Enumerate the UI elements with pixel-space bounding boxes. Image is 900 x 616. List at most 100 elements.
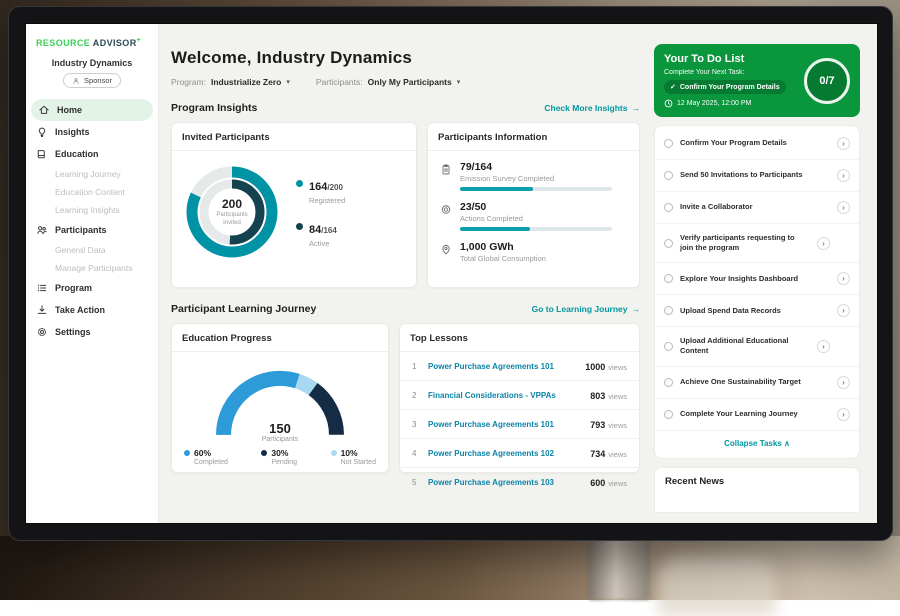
lesson-link[interactable]: Power Purchase Agreements 102 xyxy=(428,449,582,458)
task-row-upload-educational-content[interactable]: Upload Additional Educational Content › xyxy=(655,327,859,366)
lesson-link[interactable]: Power Purchase Agreements 103 xyxy=(428,478,582,487)
chevron-right-icon[interactable]: › xyxy=(837,201,850,214)
next-task-pill[interactable]: ✓ Confirm Your Program Details xyxy=(664,80,786,94)
sidebar-item-manage-participants[interactable]: Manage Participants xyxy=(26,259,158,277)
task-checkbox[interactable] xyxy=(664,342,673,351)
task-checkbox[interactable] xyxy=(664,306,673,315)
sidebar-nav: Home Insights Education Learning Journey… xyxy=(26,99,158,343)
arrow-right-icon: → xyxy=(632,103,641,113)
go-to-learning-journey-link[interactable]: Go to Learning Journey → xyxy=(532,304,640,314)
collapse-tasks-button[interactable]: Collapse Tasks ∧ xyxy=(655,431,859,456)
info-row-consumption: 1,000 GWh Total Global Consumption xyxy=(440,236,627,268)
sidebar-item-education-content[interactable]: Education Content xyxy=(26,183,158,201)
participants-filter-label: Participants: xyxy=(316,77,363,87)
lesson-row: 5 Power Purchase Agreements 103 600views xyxy=(400,468,639,496)
sidebar-item-label: Settings xyxy=(55,327,91,337)
monitor-bezel: RESOURCE ADVISOR+ Industry Dynamics Spon… xyxy=(8,6,893,541)
sidebar-item-program[interactable]: Program xyxy=(26,277,158,299)
education-gauge-chart: 150 Participants xyxy=(205,357,355,444)
task-row-complete-learning-journey[interactable]: Complete Your Learning Journey › xyxy=(655,399,859,431)
task-row-achieve-target[interactable]: Achieve One Sustainability Target › xyxy=(655,367,859,399)
legend-dot xyxy=(261,450,267,456)
logo-resource: RESOURCE xyxy=(36,38,90,48)
chevron-right-icon[interactable]: › xyxy=(837,408,850,421)
task-checkbox[interactable] xyxy=(664,239,673,248)
invited-donut-chart: 200 Participants Invited xyxy=(180,160,284,264)
task-checkbox[interactable] xyxy=(664,274,673,283)
chevron-right-icon[interactable]: › xyxy=(817,237,830,250)
lesson-row: 2 Financial Considerations - VPPAs 803vi… xyxy=(400,381,639,410)
arrow-right-icon: → xyxy=(632,304,641,314)
sidebar-item-education[interactable]: Education xyxy=(26,143,158,165)
task-checkbox[interactable] xyxy=(664,378,673,387)
task-row-confirm-program[interactable]: Confirm Your Program Details › xyxy=(655,128,859,160)
task-row-send-invitations[interactable]: Send 50 Invitations to Participants › xyxy=(655,160,859,192)
participants-filter-value: Only My Participants xyxy=(368,77,452,87)
person-icon xyxy=(72,77,80,85)
lightbulb-icon xyxy=(36,126,48,138)
recent-news-title: Recent News xyxy=(665,476,849,487)
task-checkbox[interactable] xyxy=(664,171,673,180)
survey-clipboard-icon xyxy=(440,163,452,176)
invited-legend: 164/200 Registered 84/164 Active xyxy=(296,177,345,248)
chevron-right-icon[interactable]: › xyxy=(837,137,850,150)
todo-title: Your To Do List xyxy=(664,53,786,65)
program-filter-value: Industrialize Zero xyxy=(211,77,281,87)
program-filter[interactable]: Program: Industrialize Zero ▾ xyxy=(171,77,290,87)
target-icon xyxy=(440,203,452,216)
legend-dot xyxy=(331,450,337,456)
sidebar-item-label: Participants xyxy=(55,225,107,235)
sidebar-item-take-action[interactable]: Take Action xyxy=(26,299,158,321)
sidebar-item-insights[interactable]: Insights xyxy=(26,121,158,143)
chevron-right-icon[interactable]: › xyxy=(817,340,830,353)
lesson-row: 4 Power Purchase Agreements 102 734views xyxy=(400,439,639,468)
actions-progressbar xyxy=(460,227,612,231)
sidebar-item-general-data[interactable]: General Data xyxy=(26,241,158,259)
lesson-link[interactable]: Financial Considerations - VPPAs xyxy=(428,391,582,400)
task-row-verify-participants[interactable]: Verify participants requesting to join t… xyxy=(655,224,859,263)
chevron-right-icon[interactable]: › xyxy=(837,169,850,182)
chevron-right-icon[interactable]: › xyxy=(837,376,850,389)
chevron-up-icon: ∧ xyxy=(784,439,790,448)
sponsor-badge: Sponsor xyxy=(63,73,121,88)
logo-advisor: ADVISOR xyxy=(93,38,137,48)
check-icon: ✓ xyxy=(670,83,676,91)
sidebar-item-settings[interactable]: Settings xyxy=(26,321,158,343)
check-more-insights-link[interactable]: Check More Insights → xyxy=(544,103,640,113)
legend-dot xyxy=(296,223,303,230)
lesson-link[interactable]: Power Purchase Agreements 101 xyxy=(428,362,577,371)
task-checkbox[interactable] xyxy=(664,410,673,419)
legend-completed: 60%Completed xyxy=(184,448,228,466)
main-content: Welcome, Industry Dynamics Program: Indu… xyxy=(159,24,652,523)
sidebar-item-learning-insights[interactable]: Learning Insights xyxy=(26,201,158,219)
participants-filter[interactable]: Participants: Only My Participants ▾ xyxy=(316,77,460,87)
participants-information-card: Participants Information 79/164 Emission… xyxy=(427,122,640,288)
gauge-value: 150 xyxy=(205,421,355,436)
chevron-down-icon: ▾ xyxy=(457,78,461,86)
recent-news-card: Recent News xyxy=(654,467,860,513)
todo-subtitle: Complete Your Next Task: xyxy=(664,69,786,76)
lesson-row: 3 Power Purchase Agreements 101 793views xyxy=(400,410,639,439)
program-filter-label: Program: xyxy=(171,77,206,87)
chevron-down-icon: ▾ xyxy=(286,78,290,86)
sidebar-item-home[interactable]: Home xyxy=(31,99,153,121)
top-lessons-card: Top Lessons 1 Power Purchase Agreements … xyxy=(399,323,640,473)
list-icon xyxy=(36,282,48,294)
sidebar-item-learning-journey[interactable]: Learning Journey xyxy=(26,165,158,183)
invited-participants-card: Invited Participants 200 Participants In… xyxy=(171,122,417,288)
education-progress-card: Education Progress 150 Participants xyxy=(171,323,389,473)
task-checkbox[interactable] xyxy=(664,203,673,212)
card-title: Invited Participants xyxy=(172,123,416,151)
task-list: Confirm Your Program Details › Send 50 I… xyxy=(654,125,860,459)
sponsor-badge-label: Sponsor xyxy=(84,76,112,85)
chevron-right-icon[interactable]: › xyxy=(837,304,850,317)
task-checkbox[interactable] xyxy=(664,139,673,148)
task-row-upload-spend-data[interactable]: Upload Spend Data Records › xyxy=(655,295,859,327)
lesson-link[interactable]: Power Purchase Agreements 101 xyxy=(428,420,582,429)
sidebar-item-participants[interactable]: Participants xyxy=(26,219,158,241)
chevron-right-icon[interactable]: › xyxy=(837,272,850,285)
filters-row: Program: Industrialize Zero ▾ Participan… xyxy=(171,77,640,87)
task-row-explore-insights[interactable]: Explore Your Insights Dashboard › xyxy=(655,263,859,295)
task-row-invite-collaborator[interactable]: Invite a Collaborator › xyxy=(655,192,859,224)
todo-due: 12 May 2025, 12:00 PM xyxy=(664,99,786,108)
